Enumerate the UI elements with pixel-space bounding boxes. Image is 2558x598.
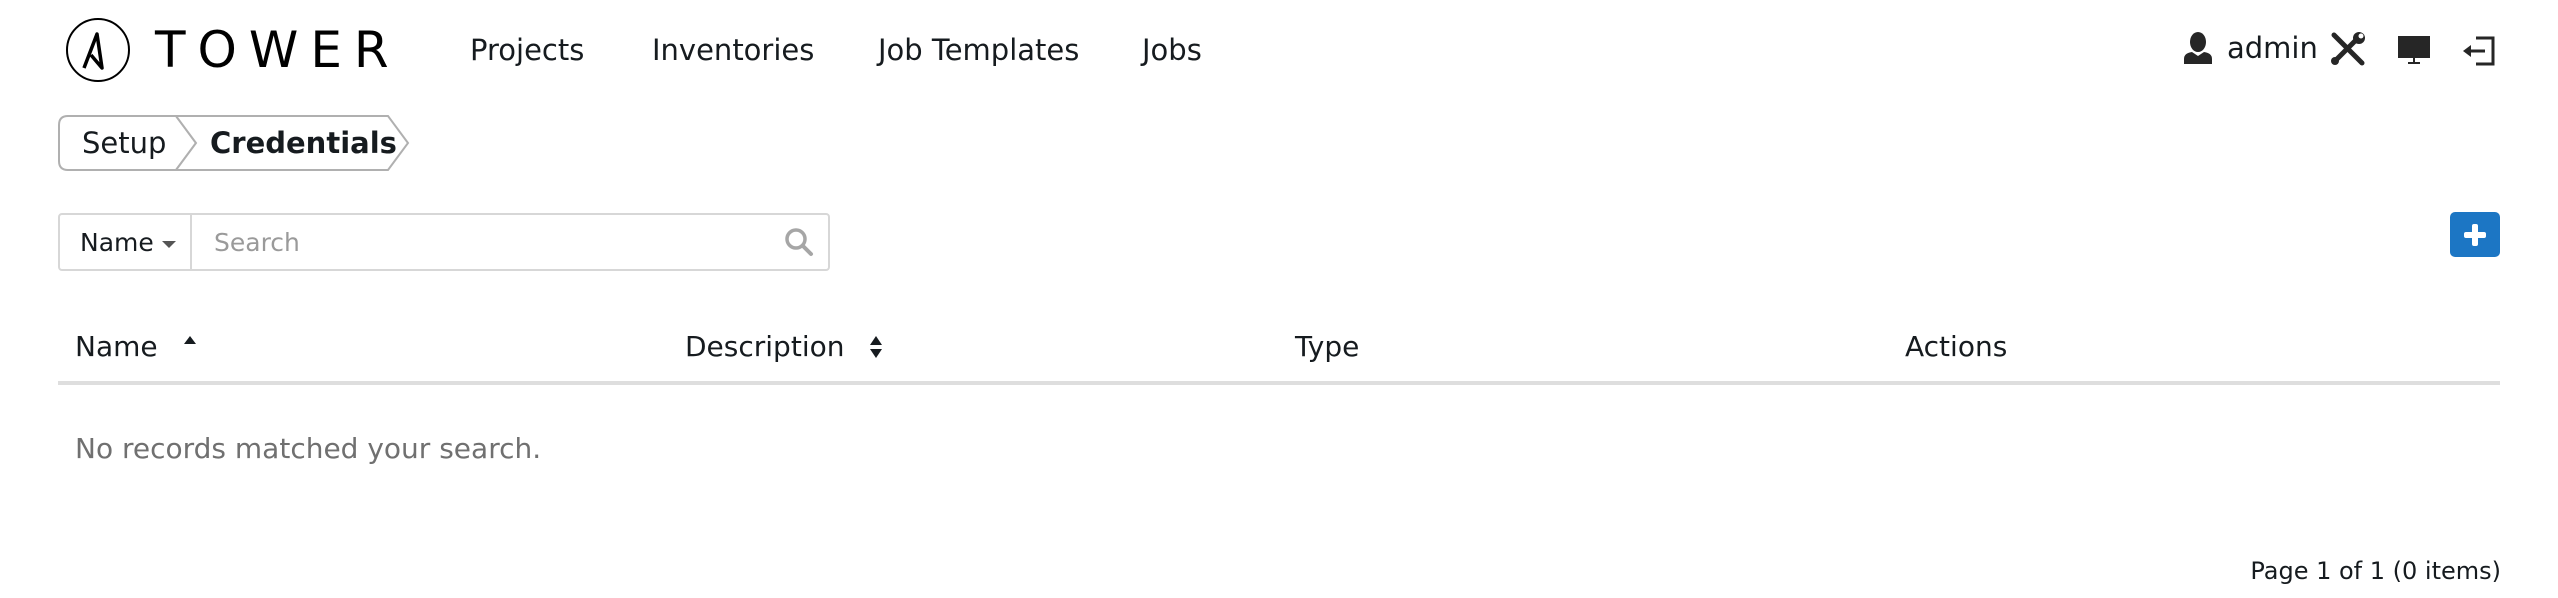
column-header-actions: Actions (1905, 327, 2007, 367)
column-name-label: Name (75, 330, 158, 363)
ansible-logo-icon (66, 18, 130, 82)
nav-projects[interactable]: Projects (470, 30, 584, 70)
top-navbar: TOWER Projects Inventories Job Templates… (0, 0, 2558, 100)
search-icon[interactable] (784, 227, 814, 261)
logout-icon[interactable] (2462, 36, 2496, 66)
user-menu[interactable]: admin (2183, 28, 2318, 68)
nav-inventories[interactable]: Inventories (652, 30, 814, 70)
search-input[interactable] (194, 215, 754, 269)
pagination-info: Page 1 of 1 (0 items) (2250, 557, 2501, 585)
username[interactable]: admin (2227, 28, 2318, 68)
sort-ascending-icon (183, 336, 196, 344)
search-field-label: Name (80, 227, 154, 257)
monitor-icon[interactable] (2398, 36, 2430, 64)
column-header-type: Type (1295, 327, 1359, 367)
column-actions-label: Actions (1905, 330, 2008, 363)
brand-name: TOWER (155, 21, 401, 79)
search-bar: Name (58, 213, 830, 271)
sort-both-icon (870, 336, 883, 358)
tower-logo[interactable]: TOWER (65, 17, 401, 83)
column-header-description[interactable]: Description (685, 327, 884, 367)
tools-icon[interactable] (2330, 32, 2368, 66)
search-field-dropdown[interactable]: Name (60, 215, 192, 269)
user-icon (2183, 32, 2213, 64)
caret-down-icon (161, 240, 176, 248)
nav-job-templates[interactable]: Job Templates (878, 30, 1079, 70)
column-type-label: Type (1295, 330, 1360, 363)
column-description-label: Description (685, 330, 845, 363)
nav-jobs[interactable]: Jobs (1142, 30, 1202, 70)
plus-icon (2464, 223, 2486, 246)
add-credential-button[interactable] (2450, 212, 2500, 257)
empty-table-message: No records matched your search. (75, 432, 542, 465)
breadcrumb-setup[interactable]: Setup (82, 123, 166, 163)
column-header-name[interactable]: Name (75, 327, 198, 367)
breadcrumb-credentials: Credentials (210, 126, 397, 160)
table-header-divider (58, 381, 2500, 385)
